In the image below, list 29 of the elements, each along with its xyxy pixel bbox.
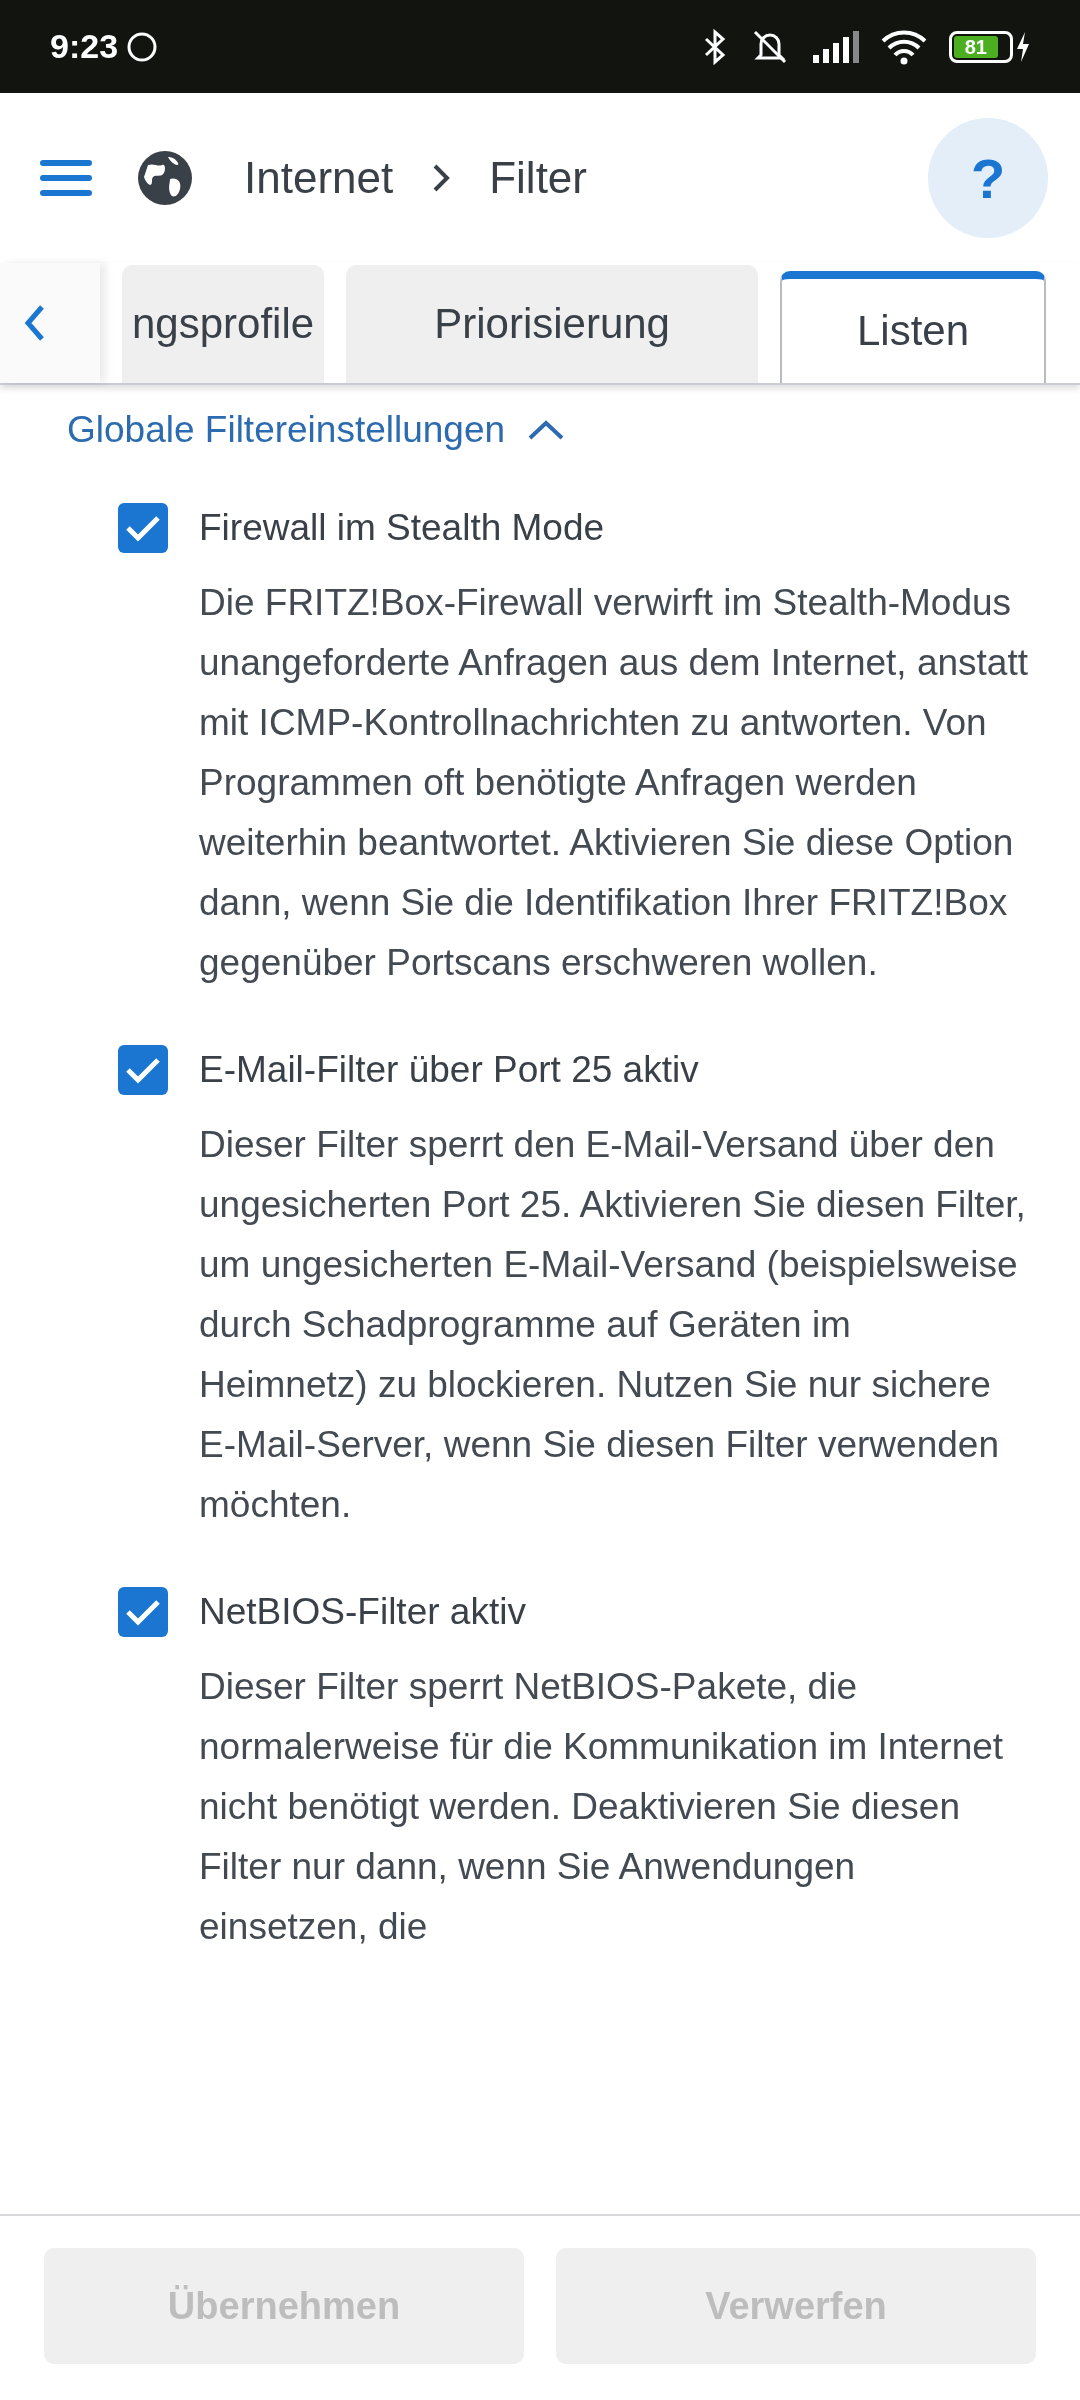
help-button[interactable]: ? bbox=[928, 118, 1048, 238]
globe-icon bbox=[136, 149, 194, 207]
chevron-right-icon bbox=[431, 163, 452, 193]
option-label: NetBIOS-Filter aktiv bbox=[199, 1590, 527, 1634]
option-label: Firewall im Stealth Mode bbox=[199, 506, 606, 550]
checkmark-icon bbox=[125, 514, 161, 542]
wifi-icon bbox=[881, 28, 927, 65]
menu-icon[interactable] bbox=[40, 158, 92, 198]
tab[interactable]: Listen bbox=[780, 271, 1046, 383]
option-description: Die FRITZ!Box-Firewall verwirft im Stealth-Modus unangeforderte Anfragen aus dem Internet, anstatt mit ICMP-Kontrollnachrichten zu antworten. Von Programmen oft benötigte Anfragen werden weiterhin beantwortet. Aktivieren Sie diese Option dann, wenn Sie die Identifikation Ihrer FRITZ!Box gegenüber Portscans erschweren wollen. bbox=[199, 581, 1028, 985]
option-label: E-Mail-Filter über Port 25 aktiv bbox=[199, 1048, 700, 1092]
checkbox[interactable] bbox=[118, 1587, 168, 1637]
checkmark-icon bbox=[125, 1598, 161, 1626]
checkbox[interactable] bbox=[118, 1045, 168, 1095]
section-toggle[interactable]: Globale Filtereinstellungen bbox=[67, 409, 566, 451]
chevron-up-icon bbox=[527, 419, 566, 441]
status-time: 9:23 bbox=[50, 27, 119, 66]
tab[interactable]: Priorisierung bbox=[346, 265, 759, 383]
option-description: Dieser Filter sperrt den E-Mail-Versand über den ungesicherten Port 25. Aktivieren Sie diesen Filter, um ungesicherten E-Mail-Versand (beispielsweise durch Schadprogramme auf Geräten im Heimnetz) zu blockieren. Nutzen Sie nur sichere E-Mail-Server, wenn Sie diesen Filter verwenden möchten. bbox=[199, 1123, 1027, 1527]
option-description: Dieser Filter sperrt NetBIOS-Pakete, die normalerweise für die Kommunikation im Internet nicht benötigt werden. Deaktivieren Sie diesen Filter nur dann, wenn Sie Anwendungen einsetzen, die bbox=[199, 1665, 1005, 1949]
bluetooth-icon bbox=[703, 28, 727, 65]
signal-icon bbox=[813, 30, 859, 63]
breadcrumb-item[interactable]: Internet bbox=[244, 153, 394, 203]
tab[interactable]: ngsprofile bbox=[122, 265, 325, 383]
chevron-left-icon bbox=[24, 303, 46, 343]
circle-icon bbox=[126, 30, 159, 63]
checkbox[interactable] bbox=[118, 503, 168, 553]
breadcrumb-item: Filter bbox=[489, 153, 587, 203]
checkmark-icon bbox=[125, 1056, 161, 1084]
